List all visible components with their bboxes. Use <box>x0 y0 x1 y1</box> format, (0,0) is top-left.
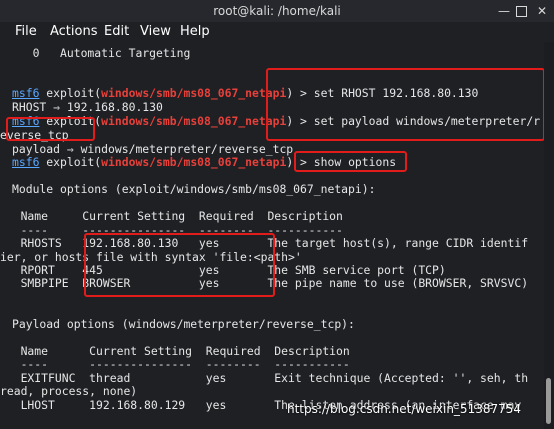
maximize-icon[interactable] <box>516 6 527 17</box>
terminal-window: root@kali: /home/kali — ✕ File Actions E… <box>0 0 554 429</box>
annotation-box-wrap <box>6 117 95 141</box>
scrollbar-thumb[interactable] <box>546 378 551 424</box>
terminal-line: payload ⇒ windows/meterpreter/reverse_tc… <box>12 142 294 156</box>
table-row: read, process, none) <box>0 384 138 398</box>
menu-view[interactable]: View <box>140 24 171 39</box>
scrollbar[interactable] <box>544 42 554 429</box>
menu-file[interactable]: File <box>15 24 37 39</box>
module-path: windows/smb/ms08_067_netapi <box>101 155 287 169</box>
table-row: EXITFUNC thread yes Exit technique (Acce… <box>0 371 529 385</box>
table-header: Name Current Setting Required Descriptio… <box>0 209 343 223</box>
title-bar: root@kali: /home/kali — ✕ <box>0 0 554 22</box>
table-separator: ---- --------------- -------- ----------… <box>0 357 350 371</box>
table-header: Name Current Setting Required Descriptio… <box>0 344 350 358</box>
minimize-icon[interactable]: — <box>498 3 510 19</box>
section-header: Module options (exploit/windows/smb/ms08… <box>12 182 376 196</box>
section-header: Payload options (windows/meterpreter/rev… <box>12 317 355 331</box>
close-icon[interactable]: ✕ <box>537 3 547 19</box>
terminal-line: RHOST ⇒ 192.168.80.130 <box>12 100 163 114</box>
menu-actions[interactable]: Actions <box>50 24 98 39</box>
annotation-box-settings <box>84 233 275 297</box>
menu-bar: File Actions Edit View Help <box>0 22 554 42</box>
annotation-box-show-options <box>294 151 407 172</box>
watermark: https://blog.csdn.net/weixin_51387754 <box>287 402 522 416</box>
module-path: windows/smb/ms08_067_netapi <box>101 114 287 128</box>
menu-help[interactable]: Help <box>180 24 210 39</box>
window-title: root@kali: /home/kali <box>213 4 341 18</box>
terminal-line: 0 Automatic Targeting <box>12 46 191 60</box>
prompt-prefix: msf6 <box>12 86 40 100</box>
module-path: windows/smb/ms08_067_netapi <box>101 86 287 100</box>
prompt-prefix: msf6 <box>12 155 40 169</box>
menu-edit[interactable]: Edit <box>104 24 129 39</box>
annotation-box-commands <box>266 68 545 141</box>
